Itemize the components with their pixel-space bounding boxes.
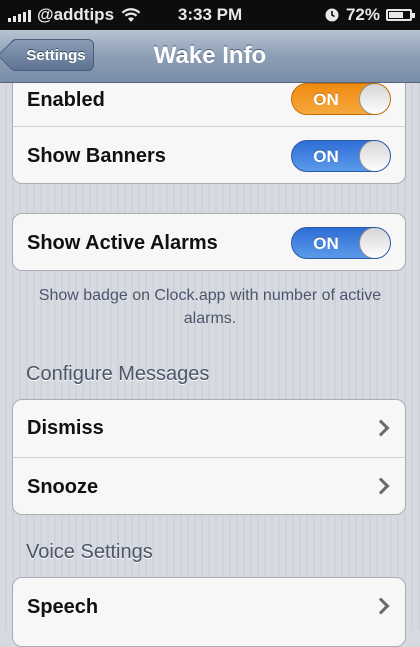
enabled-switch-text: ON — [313, 90, 339, 109]
battery-fill — [389, 12, 403, 18]
back-button-label: Settings — [26, 46, 86, 64]
show-banners-label: Show Banners — [27, 144, 166, 167]
toggle-group-2: Show Active Alarms ON — [12, 213, 406, 271]
status-bar: @addtips 3:33 PM 72% — [0, 0, 420, 30]
switch-knob — [359, 141, 390, 171]
show-active-alarms-label: Show Active Alarms — [27, 231, 218, 254]
switch-knob — [359, 228, 390, 258]
alarm-clock-icon — [325, 8, 339, 22]
row-show-banners: Show Banners ON — [13, 127, 405, 183]
chevron-right-icon — [372, 597, 390, 615]
configure-messages-group: Dismiss Snooze — [12, 399, 406, 515]
row-enabled: Enabled ON — [13, 69, 405, 127]
dismiss-label: Dismiss — [27, 417, 104, 439]
speech-label: Speech — [27, 595, 99, 618]
list-item-speech[interactable]: Speech — [13, 578, 405, 636]
voice-settings-header: Voice Settings — [26, 541, 153, 563]
voice-settings-group: Speech — [12, 577, 406, 647]
chevron-right-icon — [372, 419, 390, 437]
status-right: 72% — [324, 5, 415, 25]
list-item-dismiss[interactable]: Dismiss — [13, 400, 405, 458]
alarms-footer-text: Show badge on Clock.app with number of a… — [38, 287, 382, 327]
chevron-right-icon — [372, 477, 390, 495]
toggle-group-1: Enabled ON Show Banners ON — [12, 68, 406, 184]
show-active-alarms-switch[interactable]: ON — [291, 227, 391, 259]
snooze-label: Snooze — [27, 475, 99, 498]
configure-messages-header: Configure Messages — [26, 363, 210, 385]
show-banners-switch-text: ON — [313, 147, 339, 166]
battery-icon — [386, 9, 415, 21]
enabled-switch[interactable]: ON — [291, 83, 391, 115]
list-item-snooze[interactable]: Snooze — [13, 458, 405, 514]
show-banners-switch[interactable]: ON — [291, 140, 391, 172]
switch-knob — [359, 84, 390, 114]
battery-percent: 72% — [345, 5, 380, 24]
enabled-label: Enabled — [27, 89, 105, 111]
row-show-active-alarms: Show Active Alarms ON — [13, 214, 405, 270]
show-active-alarms-switch-text: ON — [313, 234, 339, 253]
